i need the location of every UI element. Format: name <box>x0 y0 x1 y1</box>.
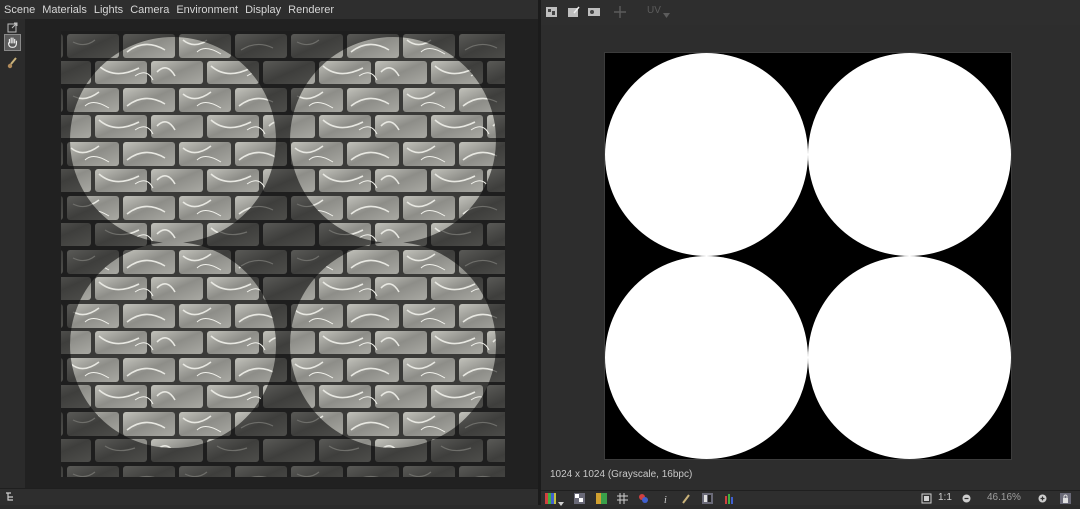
fit-view-icon[interactable] <box>921 493 932 504</box>
menu-camera[interactable]: Camera <box>130 4 169 16</box>
image-info: 1024 x 1024 (Grayscale, 16bpc) <box>550 469 693 480</box>
new-image-icon[interactable] <box>545 5 559 19</box>
move-icon[interactable] <box>613 5 627 19</box>
checker-background-icon[interactable] <box>574 493 585 504</box>
menu-environment[interactable]: Environment <box>176 4 238 16</box>
menubar: Scene Materials Lights Camera Environmen… <box>0 0 538 19</box>
picker-icon[interactable] <box>681 493 692 504</box>
bw-icon[interactable] <box>702 493 713 504</box>
outliner-icon[interactable] <box>5 491 17 502</box>
menu-display[interactable]: Display <box>245 4 281 16</box>
brush-icon[interactable] <box>4 55 21 72</box>
viewport-status-bar <box>0 488 538 505</box>
gradient-icon[interactable] <box>596 493 607 504</box>
ratio-button[interactable]: 1:1 <box>938 492 952 503</box>
menu-scene[interactable]: Scene <box>4 4 35 16</box>
rgb-bars-icon[interactable] <box>724 493 735 504</box>
info-icon[interactable]: i <box>661 493 672 504</box>
viewport-tool-strip <box>0 19 25 488</box>
textured-wall-render <box>61 31 505 477</box>
viewport-pane: Scene Materials Lights Camera Environmen… <box>0 0 538 505</box>
color-channel-icon[interactable] <box>545 493 556 504</box>
channels-icon[interactable] <box>638 493 649 504</box>
uv-dropdown[interactable]: UV <box>647 5 661 16</box>
grid-icon[interactable] <box>617 493 628 504</box>
3d-viewport[interactable] <box>25 19 538 488</box>
zoom-in-icon[interactable] <box>1037 493 1048 504</box>
menu-renderer[interactable]: Renderer <box>288 4 334 16</box>
chevron-down-icon <box>663 9 670 21</box>
export-icon[interactable] <box>7 22 18 33</box>
image-bottom-bar: i 1:1 46.16% <box>541 490 1080 506</box>
lock-icon[interactable] <box>1060 493 1071 504</box>
menu-lights[interactable]: Lights <box>94 4 123 16</box>
image-toolbar: UV <box>541 0 1080 25</box>
zoom-value[interactable]: 46.16% <box>987 492 1021 503</box>
zoom-out-icon[interactable] <box>961 493 972 504</box>
image-view-pane: UV 1024 x 1024 (Grayscale, 16bpc) i 1:1 … <box>541 0 1080 506</box>
edit-image-icon[interactable] <box>567 5 581 19</box>
uv-mask-canvas[interactable] <box>604 52 1012 460</box>
display-icon[interactable] <box>587 5 601 19</box>
mask-image <box>605 53 1011 459</box>
chevron-down-icon[interactable] <box>558 497 564 509</box>
hand-pan-icon[interactable] <box>4 34 21 51</box>
menu-materials[interactable]: Materials <box>42 4 87 16</box>
svg-text:i: i <box>664 495 667 504</box>
